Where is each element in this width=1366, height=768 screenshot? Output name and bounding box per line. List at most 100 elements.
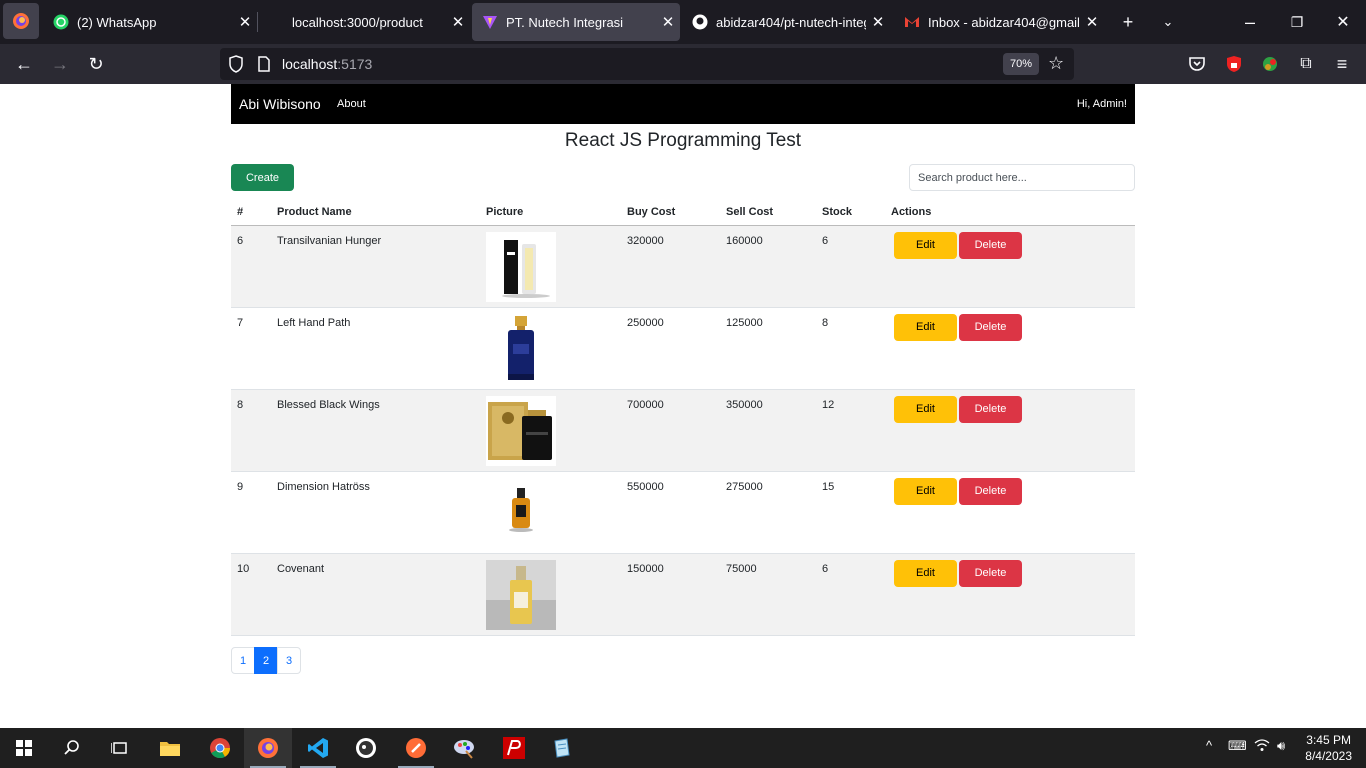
- reload-icon[interactable]: ↻: [84, 52, 108, 76]
- cell-stock: 6: [816, 553, 885, 636]
- url-text[interactable]: localhost:5173: [282, 56, 372, 72]
- product-image-dimension-hatross: [486, 477, 556, 548]
- github-icon: [692, 14, 708, 30]
- delete-button[interactable]: Delete: [959, 559, 1022, 587]
- column-header-picture: Picture: [480, 199, 621, 226]
- firefox-menu-icon[interactable]: [3, 3, 39, 39]
- task-view-icon[interactable]: [96, 728, 144, 768]
- clock-time: 3:45 PM: [1306, 733, 1351, 747]
- url-bar[interactable]: localhost:5173 70% ☆: [220, 48, 1074, 80]
- table-row: 9 Dimension Hatröss 550000 275000 15 Edi…: [231, 471, 1135, 554]
- edit-button[interactable]: Edit: [894, 559, 957, 587]
- cell-id: 6: [231, 225, 271, 308]
- gmail-icon: [904, 14, 920, 30]
- column-header-actions: Actions: [885, 199, 1135, 226]
- tab-title: Inbox - abidzar404@gmail.co: [928, 14, 1080, 30]
- column-header-sell-cost: Sell Cost: [720, 199, 816, 226]
- edit-button[interactable]: Edit: [894, 231, 957, 259]
- edit-button[interactable]: Edit: [894, 313, 957, 341]
- page-info-icon[interactable]: [258, 56, 270, 72]
- table-row: 6 Transilvanian Hunger 320000 160000 6 E…: [231, 225, 1135, 308]
- hamburger-menu-icon[interactable]: ≡: [1330, 52, 1354, 76]
- cell-stock: 8: [816, 307, 885, 390]
- close-tab-icon[interactable]: ✕: [866, 13, 890, 31]
- delete-button[interactable]: Delete: [959, 231, 1022, 259]
- restore-icon[interactable]: ❐: [1285, 10, 1309, 34]
- wifi-icon[interactable]: [1254, 738, 1270, 755]
- column-header-product-name: Product Name: [271, 199, 480, 226]
- list-tabs-chevron-icon[interactable]: ⌄: [1156, 10, 1180, 34]
- color-extension-icon[interactable]: [1258, 52, 1282, 76]
- cell-sell-cost: 125000: [720, 307, 816, 390]
- close-tab-icon[interactable]: ✕: [233, 13, 257, 31]
- bookmark-star-icon[interactable]: ☆: [1048, 53, 1064, 74]
- postman-icon[interactable]: [392, 728, 440, 768]
- edit-button[interactable]: Edit: [894, 477, 957, 505]
- tab-nutech-active[interactable]: PT. Nutech Integrasi ✕: [472, 3, 680, 41]
- cell-product-name: Transilvanian Hunger: [271, 225, 480, 308]
- show-hidden-icons-chevron-icon[interactable]: ^: [1206, 738, 1212, 753]
- system-clock[interactable]: 3:45 PM 8/4/2023: [1305, 732, 1352, 764]
- cell-actions: Edit Delete: [885, 471, 1135, 554]
- delete-button[interactable]: Delete: [959, 395, 1022, 423]
- shield-icon[interactable]: [228, 55, 244, 73]
- tab-github[interactable]: abidzar404/pt-nutech-integra ✕: [682, 3, 890, 41]
- windows-start-icon[interactable]: [0, 728, 48, 768]
- volume-icon[interactable]: 🔊︎: [1277, 738, 1285, 754]
- tab-whatsapp[interactable]: (2) WhatsApp ✕: [43, 3, 257, 41]
- close-tab-icon[interactable]: ✕: [446, 13, 470, 31]
- forward-icon[interactable]: →: [48, 52, 72, 76]
- firefox-taskbar-icon[interactable]: [244, 728, 292, 768]
- ptk-app-icon[interactable]: [490, 728, 538, 768]
- cell-buy-cost: 250000: [621, 307, 720, 390]
- paint-palette-icon[interactable]: [440, 728, 488, 768]
- pocket-icon[interactable]: [1185, 52, 1209, 76]
- edit-button[interactable]: Edit: [894, 395, 957, 423]
- vite-icon: [482, 14, 498, 30]
- column-header-stock: Stock: [816, 199, 885, 226]
- back-icon[interactable]: ←: [12, 52, 36, 76]
- search-input[interactable]: [909, 164, 1135, 191]
- notepad-icon[interactable]: [538, 728, 586, 768]
- close-tab-icon[interactable]: ✕: [656, 13, 680, 31]
- whatsapp-icon: [53, 14, 69, 30]
- cell-picture: [480, 471, 621, 554]
- product-image-transilvanian-hunger: [486, 231, 556, 302]
- page-title: React JS Programming Test: [564, 130, 802, 151]
- create-button[interactable]: Create: [231, 164, 294, 191]
- cell-product-name: Blessed Black Wings: [271, 389, 480, 472]
- input-indicator-icon[interactable]: ⌨: [1228, 738, 1247, 754]
- delete-button[interactable]: Delete: [959, 313, 1022, 341]
- inkscape-icon[interactable]: [342, 728, 390, 768]
- cell-id: 10: [231, 553, 271, 636]
- vscode-icon[interactable]: [294, 728, 342, 768]
- close-window-icon[interactable]: ✕: [1331, 10, 1355, 34]
- cell-picture: [480, 225, 621, 308]
- cell-picture: [480, 307, 621, 390]
- file-explorer-icon[interactable]: [146, 728, 194, 768]
- page-link-2-active[interactable]: 2: [254, 647, 278, 674]
- tab-localhost-product[interactable]: localhost:3000/product ✕: [258, 3, 470, 41]
- cell-actions: Edit Delete: [885, 389, 1135, 472]
- app-navbar: Abi Wibisono About Hi, Admin!: [231, 84, 1135, 124]
- page-link-1[interactable]: 1: [231, 647, 255, 674]
- extensions-puzzle-icon[interactable]: ⧉: [1294, 52, 1318, 76]
- brand-link[interactable]: Abi Wibisono: [239, 96, 321, 112]
- cell-product-name: Covenant: [271, 553, 480, 636]
- about-link[interactable]: About: [337, 98, 366, 110]
- tab-gmail[interactable]: Inbox - abidzar404@gmail.co ✕: [894, 3, 1104, 41]
- page-link-3[interactable]: 3: [277, 647, 301, 674]
- adblock-extension-icon[interactable]: [1222, 52, 1246, 76]
- new-tab-icon[interactable]: +: [1116, 10, 1140, 34]
- cell-id: 7: [231, 307, 271, 390]
- product-image-blessed-black-wings: [486, 395, 556, 466]
- chrome-icon[interactable]: [196, 728, 244, 768]
- search-icon[interactable]: [48, 728, 96, 768]
- close-tab-icon[interactable]: ✕: [1080, 13, 1104, 31]
- table-row: 8 Blessed Black Wings 700000 350000 12 E…: [231, 389, 1135, 472]
- minimize-icon[interactable]: –: [1238, 10, 1262, 34]
- delete-button[interactable]: Delete: [959, 477, 1022, 505]
- cell-buy-cost: 150000: [621, 553, 720, 636]
- zoom-level[interactable]: 70%: [1003, 53, 1039, 75]
- cell-id: 8: [231, 389, 271, 472]
